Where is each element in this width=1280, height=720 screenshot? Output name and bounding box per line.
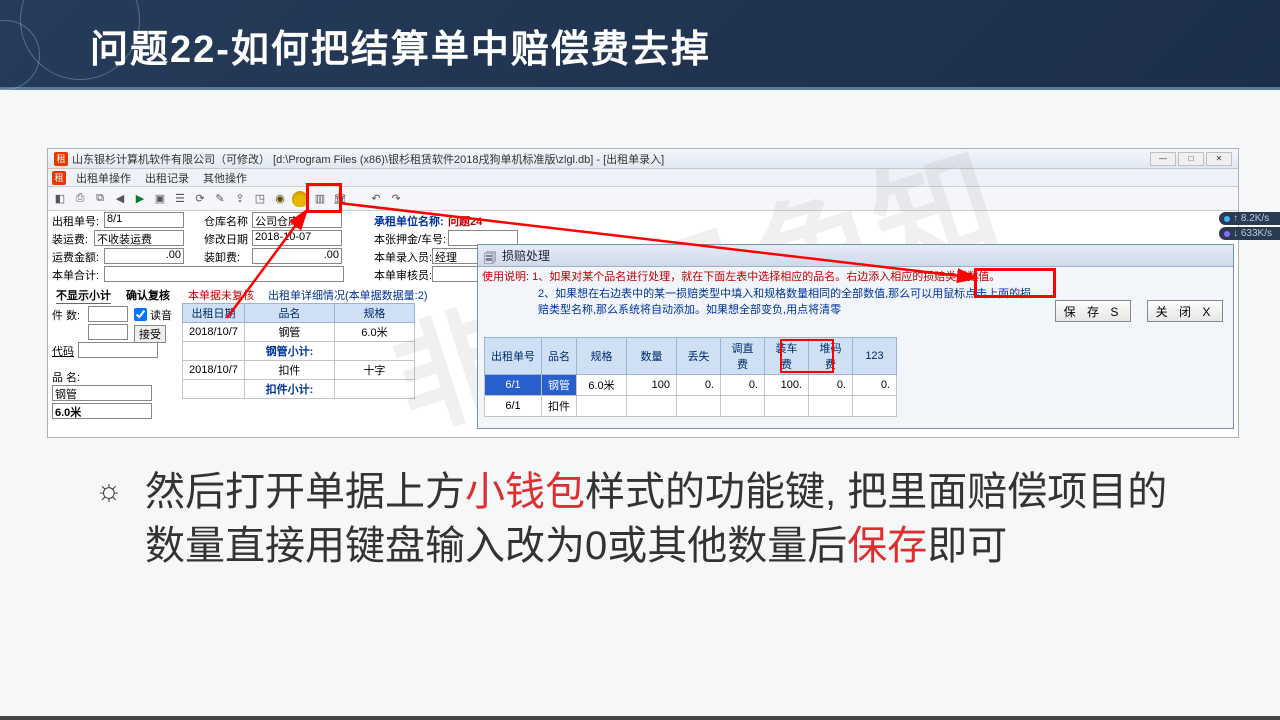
toolbar: ◧ ⎙ ⧉ ◀ ▶ ▣ ☰ ⟳ ✎ ⇪ ◳ ◉ ▥ 🏛 ↶ ↷ <box>48 187 1238 211</box>
out-no-input[interactable]: 8/1 <box>104 212 184 228</box>
label: 承租单位名称: <box>374 213 444 229</box>
load-fee-select[interactable]: 不收装运费 <box>94 230 184 246</box>
label: 修改日期 <box>204 231 248 247</box>
code-input[interactable] <box>78 342 158 358</box>
bullet-icon: ☼ <box>95 471 123 512</box>
label: 本单录入员: <box>374 249 432 265</box>
accept-button[interactable]: 接受 <box>134 325 166 343</box>
name-select[interactable]: 钢管 <box>52 385 152 401</box>
toolbar-icon[interactable]: ⎙ <box>72 191 88 207</box>
count-input[interactable] <box>88 306 128 322</box>
total-input[interactable] <box>104 266 344 282</box>
toolbar-pencil-icon[interactable]: ✎ <box>212 191 228 207</box>
toolbar-icon[interactable]: ◀ <box>112 191 128 207</box>
toolbar-bank-icon[interactable]: 🏛 <box>332 191 348 207</box>
tab-confirm-check[interactable]: 确认复核 <box>126 287 170 303</box>
toolbar-icon[interactable]: ⇪ <box>232 191 248 207</box>
dialog-note-2: 2、如果想在右边表中的某一损赔类型中填入和规格数量相同的全部数值,那么可以用鼠标… <box>482 286 1033 319</box>
label: 仓库名称 <box>204 213 248 229</box>
window-controls: — □ ✕ <box>1150 152 1232 166</box>
code-label: 代码 <box>52 343 74 359</box>
detail-link[interactable]: 出租单详细情况(本单据数据量:2) <box>268 287 428 303</box>
close-button[interactable]: 关 闭 X <box>1147 300 1223 322</box>
label: 运费金额: <box>52 249 99 265</box>
label: 品 名: <box>52 369 80 385</box>
toolbar-undo-icon[interactable]: ↶ <box>368 191 384 207</box>
spec-value: 6.0米 <box>52 403 152 419</box>
label: 读音 <box>150 307 172 323</box>
toolbar-icon[interactable]: ◧ <box>52 191 68 207</box>
dialog-icon: 🗐 <box>484 249 498 263</box>
save-button[interactable]: 保 存 S <box>1055 300 1131 322</box>
entry-input[interactable]: 经理 <box>432 248 482 264</box>
toolbar-wallet-icon[interactable] <box>292 191 308 207</box>
damage-dialog: 🗐 损赔处理 使用说明: 1、如果对某个品名进行处理，就在下面左表中选择相应的品… <box>477 244 1234 429</box>
warehouse-input[interactable]: 公司仓库 <box>252 212 342 228</box>
app-icon: 租 <box>54 152 68 166</box>
freight-input[interactable]: .00 <box>104 248 184 264</box>
dialog-note-1: 1、如果对某个品名进行处理，就在下面左表中选择相应的品名。右边添入相应的损赔类型… <box>532 271 1000 283</box>
label: 本单合计: <box>52 267 99 283</box>
net-speed-badge: ↑ 8.2K/s ↓ 633K/s <box>1219 212 1280 240</box>
dialog-note-label: 使用说明: <box>482 271 529 283</box>
instruction-text: ☼ 然后打开单据上方小钱包样式的功能键, 把里面赔偿项目的数量直接用键盘输入改为… <box>95 465 1195 573</box>
toolbar-coin-icon[interactable]: ◉ <box>272 191 288 207</box>
toolbar-play-icon[interactable]: ▶ <box>132 191 148 207</box>
toolbar-icon[interactable]: ▣ <box>152 191 168 207</box>
modify-date-input[interactable]: 2018-10-07 <box>252 230 342 246</box>
menubar: 租 出租单操作 出租记录 其他操作 <box>48 169 1238 187</box>
label: 装卸费: <box>204 249 240 265</box>
label: 本张押金/车号: <box>374 231 446 247</box>
menu-item[interactable]: 出租记录 <box>139 170 195 186</box>
label: 出租单号: <box>52 213 99 229</box>
label: 装运费: <box>52 231 88 247</box>
window-titlebar: 租 山东银杉计算机软件有限公司（可修改） [d:\Program Files (… <box>48 149 1238 169</box>
toolbar-barcode-icon[interactable]: ▥ <box>312 191 328 207</box>
dialog-titlebar: 🗐 损赔处理 <box>478 245 1233 267</box>
toolbar-icon[interactable]: ☰ <box>172 191 188 207</box>
menu-item[interactable]: 出租单操作 <box>70 170 137 186</box>
menu-item[interactable]: 其他操作 <box>197 170 253 186</box>
slide-title: 问题22-如何把结算单中赔偿费去掉 <box>90 18 711 73</box>
slide-header: 问题22-如何把结算单中赔偿费去掉 <box>0 0 1280 90</box>
maximize-button[interactable]: □ <box>1178 152 1204 166</box>
label: 本单审核员: <box>374 267 432 283</box>
dialog-title-text: 损赔处理 <box>502 247 550 264</box>
rental-detail-table: 出租日期品名规格 2018/10/7钢管6.0米 钢管小计: 2018/10/7… <box>182 303 415 399</box>
slide-footer-line <box>0 716 1280 720</box>
damage-table[interactable]: 出租单号 品名 规格 数量 丢失 调直费 装车费 堆码费 123 6/1 钢管 … <box>484 337 897 417</box>
uncheck-status: 本单据未复核 <box>188 287 254 303</box>
tab-no-subtotal[interactable]: 不显示小计 <box>56 287 111 304</box>
toolbar-icon[interactable]: ⟳ <box>192 191 208 207</box>
audit-input[interactable] <box>432 266 482 282</box>
tenant-value: 问题24 <box>448 213 482 229</box>
window-title-text: 山东银杉计算机软件有限公司（可修改） [d:\Program Files (x8… <box>72 151 664 167</box>
load-amt-input[interactable]: .00 <box>252 248 342 264</box>
toolbar-redo-icon[interactable]: ↷ <box>388 191 404 207</box>
app-icon-small: 租 <box>52 171 66 185</box>
seq-input[interactable] <box>88 324 128 340</box>
label: 件 数: <box>52 307 80 323</box>
toolbar-icon[interactable]: ◳ <box>252 191 268 207</box>
minimize-button[interactable]: — <box>1150 152 1176 166</box>
toolbar-icon[interactable]: ⧉ <box>92 191 108 207</box>
close-window-button[interactable]: ✕ <box>1206 152 1232 166</box>
read-checkbox[interactable] <box>134 308 147 321</box>
